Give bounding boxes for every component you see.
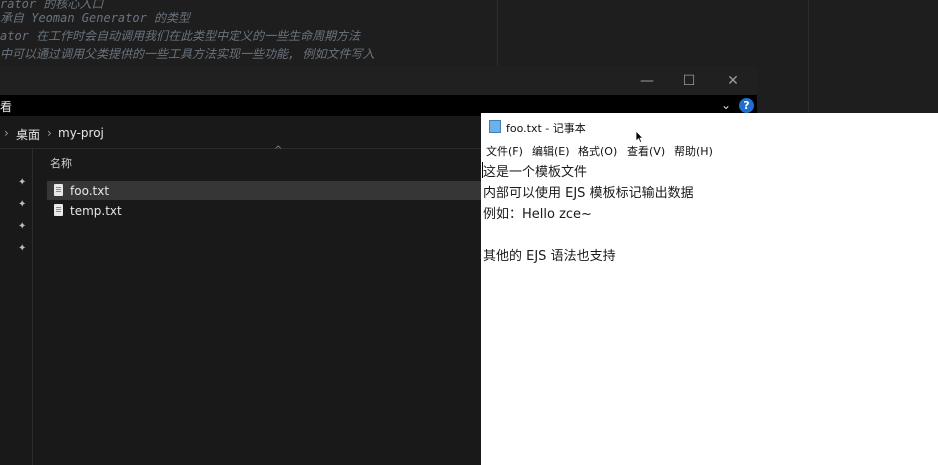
file-row-temp[interactable]: temp.txt: [47, 201, 487, 220]
pin-icon[interactable]: ✦: [18, 244, 28, 254]
menu-file[interactable]: 文件(F): [486, 143, 523, 159]
notepad-title: foo.txt - 记事本: [506, 122, 586, 135]
navigation-pane: ✦ ✦ ✦ ✦: [0, 149, 33, 465]
text-line: 例如：Hello zce~: [483, 207, 592, 222]
code-comment-line: 承自 Yeoman Generator 的类型: [0, 11, 191, 25]
menu-edit[interactable]: 编辑(E): [532, 143, 570, 159]
file-name: foo.txt: [70, 184, 110, 198]
menu-format[interactable]: 格式(O): [578, 143, 617, 159]
pin-icon[interactable]: ✦: [18, 178, 28, 188]
chevron-down-icon[interactable]: ⌄: [721, 98, 731, 112]
close-button[interactable]: ✕: [723, 72, 743, 90]
text-file-icon: [54, 204, 63, 216]
maximize-button[interactable]: ☐: [679, 72, 699, 90]
text-line: 其他的 EJS 语法也支持: [483, 249, 616, 264]
text-caret: [482, 162, 483, 178]
file-row-foo[interactable]: foo.txt: [47, 181, 487, 200]
text-line: 内部可以使用 EJS 模板标记输出数据: [483, 186, 694, 201]
code-comment-line: ator 在工作时会自动调用我们在此类型中定义的一些生命周期方法: [0, 29, 361, 43]
explorer-titlebar[interactable]: — ☐ ✕: [0, 66, 757, 95]
breadcrumb-item-my-proj[interactable]: my-proj: [58, 126, 104, 140]
column-header-name[interactable]: 名称: [50, 155, 72, 171]
notepad-window: foo.txt - 记事本 文件(F) 编辑(E) 格式(O) 查看(V) 帮助…: [481, 113, 938, 465]
text-line: 这是一个模板文件: [483, 165, 588, 180]
notepad-icon: [489, 120, 501, 133]
chevron-right-icon: ›: [4, 126, 9, 140]
pin-icon[interactable]: ✦: [18, 222, 28, 232]
help-icon[interactable]: ?: [739, 98, 754, 113]
code-comment-line: 中可以通过调用父类提供的一些工具方法实现一些功能, 例如文件写入: [0, 47, 375, 61]
text-file-icon: [54, 184, 63, 196]
notepad-titlebar[interactable]: foo.txt - 记事本: [481, 113, 938, 140]
ribbon-tab-view[interactable]: 看: [0, 98, 12, 115]
breadcrumb-item-desktop[interactable]: 桌面: [16, 126, 40, 143]
file-name: temp.txt: [70, 204, 122, 218]
minimize-button[interactable]: —: [637, 72, 657, 90]
sort-chevron-icon: ^: [274, 145, 283, 156]
notepad-menubar: 文件(F) 编辑(E) 格式(O) 查看(V) 帮助(H): [481, 140, 938, 160]
menu-help[interactable]: 帮助(H): [674, 143, 713, 159]
pin-icon[interactable]: ✦: [18, 200, 28, 210]
menu-view[interactable]: 查看(V): [627, 143, 665, 159]
mouse-cursor-icon: [635, 130, 644, 144]
chevron-right-icon: ›: [47, 126, 52, 140]
